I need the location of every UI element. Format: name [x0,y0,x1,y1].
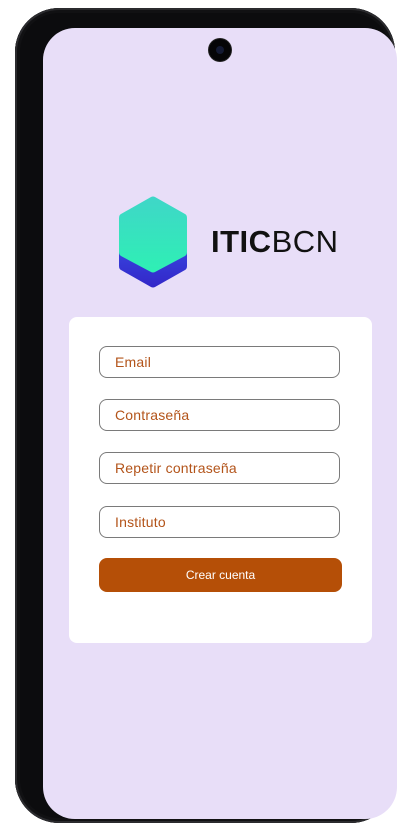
phone-frame: ITICBCN Crear cuenta [15,8,397,823]
brand-logo: ITICBCN [119,196,339,288]
app-screen: ITICBCN Crear cuenta [43,28,397,819]
brand-name-bold: ITIC [211,224,272,259]
create-account-button[interactable]: Crear cuenta [99,558,342,592]
signup-card: Crear cuenta [69,317,372,643]
brand-name: ITICBCN [211,224,339,260]
email-field[interactable] [99,346,340,378]
institute-field[interactable] [99,506,340,538]
brand-name-light: BCN [271,224,339,259]
repeat-password-field[interactable] [99,452,340,484]
front-camera-icon [209,39,231,61]
hexagon-logo-icon [119,196,187,288]
password-field[interactable] [99,399,340,431]
